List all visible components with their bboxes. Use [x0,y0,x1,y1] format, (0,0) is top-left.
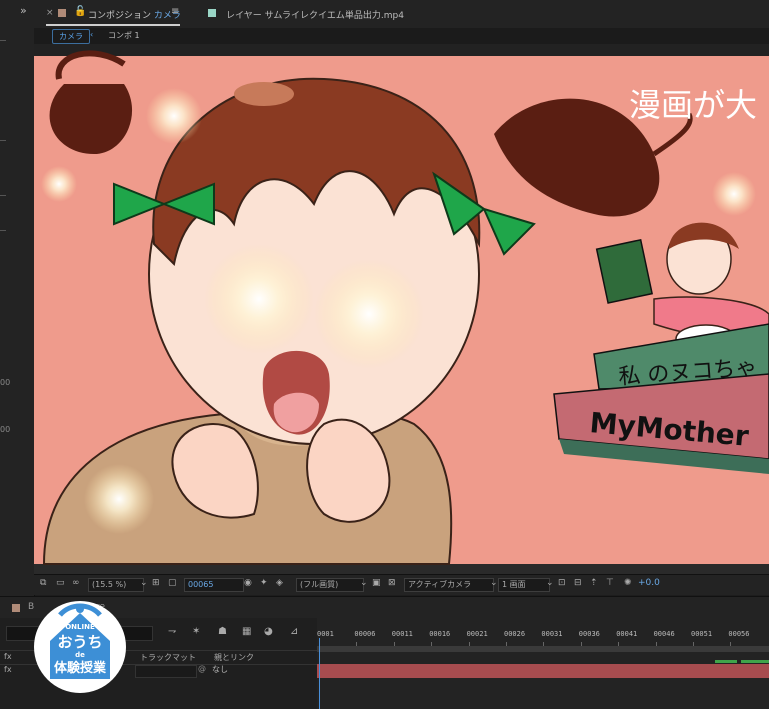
work-area-bar[interactable] [317,646,769,652]
ruler-label: 00011 [391,630,413,638]
pickwhip-icon[interactable]: @ [198,664,206,673]
composition-viewer[interactable]: 漫画が大 私 のヌコちゃ MyMother [34,44,769,574]
timeline-comp-swatch [12,604,20,612]
parent-dropdown[interactable]: なし [212,664,297,676]
viewer-tab-bar: » × 🔓 コンポジション カメラ ≡ レイヤー サムライレクイエム単品出力.m… [20,0,769,28]
region-icon[interactable]: ▣ [372,578,381,588]
ruler-label: 00056 [728,630,750,638]
chevron-down-icon[interactable]: ⌄ [490,578,498,588]
active-camera-dropdown[interactable]: アクティブカメラ [404,578,494,592]
ruler-label: 0001 [317,630,334,638]
ruler-label: 00026 [504,630,526,638]
cache-indicator [715,660,737,663]
ruler-label: 00046 [653,630,675,638]
logo-ouchi: おうち [57,633,102,651]
region-of-interest-icon[interactable]: ⧉ [40,578,46,588]
channel-icon[interactable]: ◈ [276,578,283,588]
chevron-down-icon[interactable]: ⌄ [546,578,554,588]
flowchart-icon[interactable]: ⊤ [606,578,614,588]
draft-3d-icon[interactable]: ✶ [192,626,200,637]
graph-editor-icon[interactable]: ⊿ [290,626,298,637]
safe-area-icon[interactable]: ▢ [168,578,177,588]
close-tab-icon[interactable]: × [46,8,54,18]
exposure-value[interactable]: +0.0 [638,578,660,588]
playhead[interactable] [319,638,320,709]
footage-color-swatch [208,9,216,17]
snapshot-icon[interactable]: ◉ [244,578,252,588]
time-ruler[interactable]: 0001 00006 00011 00016 00021 00026 00031 00036 0… [317,626,769,646]
view-layout-dropdown[interactable]: 1 画面 [498,578,550,592]
comp-color-swatch [58,9,66,17]
trackmatte-dropdown[interactable] [135,665,197,678]
online-ouchi-logo: ONLINE おうち de 体験授業 [30,593,130,693]
viewer-control-bar: ⧉ ▭ ∞ (15.5 %) ⌄ ⊞ ▢ 00065 ◉ ✦ ◈ (フル画質) … [34,574,769,595]
tab-composition-camera[interactable]: コンポジション カメラ [88,8,181,21]
chevron-down-icon[interactable]: ⌄ [360,578,368,588]
monitor-icon[interactable]: ▭ [56,578,65,588]
cache-indicator [741,660,769,663]
logo-online: ONLINE [65,623,95,631]
fit-icon[interactable]: ⊞ [152,578,160,588]
ruler-label: 00036 [578,630,600,638]
tab-layer-footage[interactable]: レイヤー サムライレクイエム単品出力.mp4 [226,8,404,21]
timeline-icon[interactable]: ⇡ [590,578,598,588]
ruler-label: 00041 [616,630,638,638]
ruler-label: 00006 [354,630,376,638]
overlay-title-text: 漫画が大 [629,86,757,124]
logo-taiken: 体験授業 [54,660,107,676]
trackmatte-header: トラックマット [140,653,196,662]
lock-icon[interactable]: 🔓 [74,6,86,17]
transparency-grid-icon[interactable]: ⊠ [388,578,396,588]
project-panel-edge: 00 00 [0,0,35,600]
pixel-aspect-icon[interactable]: ⊡ [558,578,566,588]
active-tab-indicator [46,24,180,26]
parent-link-header: 親とリンク [214,653,254,662]
tab-menu-icon[interactable]: ≡ [171,6,179,17]
ruler-label: 00016 [429,630,451,638]
shy-layers-icon[interactable]: ☗ [218,626,227,637]
breadcrumb-arrow-icon: ‹ [90,30,94,39]
breadcrumb-comp1[interactable]: コンポ 1 [108,30,140,41]
breadcrumb-camera[interactable]: カメラ [52,29,90,44]
ruler-label: 00021 [466,630,488,638]
left-readout-1: 00 [0,378,11,387]
composition-breadcrumb: カメラ ‹ コンポ 1 [34,28,769,44]
current-time-field[interactable]: 00065 [184,578,244,592]
logo-de: de [75,651,85,659]
mask-visibility-icon[interactable]: ∞ [72,578,80,588]
zoom-dropdown[interactable]: (15.5 %) [88,578,144,592]
panel-expand-icon[interactable]: » [20,4,27,17]
ruler-label: 00031 [541,630,563,638]
chevron-down-icon[interactable]: ⌄ [140,578,148,588]
frame-blending-icon[interactable]: ▦ [242,626,251,637]
timeline-graph[interactable]: 0001 00006 00011 00016 00021 00026 00031 00036 0… [317,618,769,709]
fast-preview-icon[interactable]: ⊟ [574,578,582,588]
fx-switch[interactable]: fx [4,665,12,674]
comp-mini-flowchart-icon[interactable]: ⇁ [168,626,176,637]
tab-comp-prefix: コンポジション [88,11,152,21]
show-snapshot-icon[interactable]: ✦ [260,578,268,588]
resolution-dropdown[interactable]: (フル画質) [296,578,364,592]
fx-header: fx [4,652,12,661]
frame-illustration: 漫画が大 私 のヌコちゃ MyMother [34,50,769,574]
left-readout-2: 00 [0,425,11,434]
motion-blur-icon[interactable]: ◕ [264,626,273,637]
layer-duration-bar[interactable] [317,664,769,678]
exposure-reset-icon[interactable]: ✺ [624,578,632,588]
ruler-label: 00051 [691,630,713,638]
